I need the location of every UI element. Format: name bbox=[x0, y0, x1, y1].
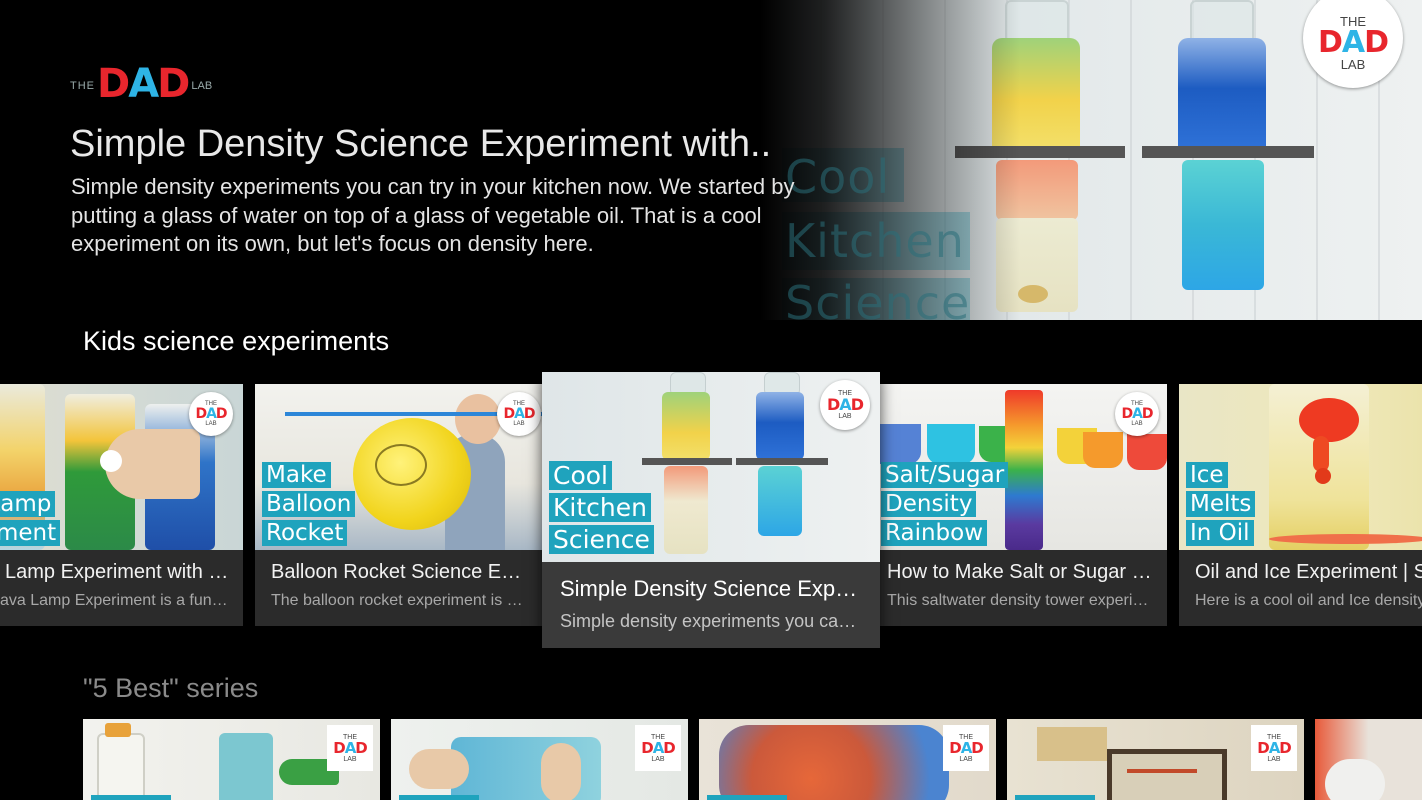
channel-badge: THE DAD LAB bbox=[1251, 725, 1297, 771]
thumbnail-caption: Make Balloon Rocket bbox=[262, 462, 356, 546]
thumbnail-caption: l a Lamp eriment bbox=[0, 462, 61, 546]
video-thumbnail: THE DAD LAB Make Balloon Rocket bbox=[255, 384, 543, 550]
video-thumbnail: THE DAD LAB l a Lamp eriment bbox=[0, 384, 243, 550]
row-title: "5 Best" series bbox=[83, 673, 259, 703]
video-card-focused[interactable]: THE DAD LAB Cool Kitchen Science Simple … bbox=[542, 372, 880, 648]
video-card[interactable] bbox=[1315, 719, 1422, 800]
channel-badge: THE DAD LAB bbox=[189, 392, 233, 436]
channel-badge: THE DAD LAB bbox=[635, 725, 681, 771]
card-title: Simple Density Science Experi… bbox=[560, 576, 866, 601]
brand-logo: THE DAD LAB bbox=[70, 54, 212, 106]
thumbnail-caption: Salt/Sugar Density Rainbow bbox=[881, 462, 1009, 546]
card-description: Simple density experiments you ca… bbox=[560, 611, 857, 631]
channel-badge: THE DAD LAB bbox=[497, 392, 541, 436]
logo-the: THE bbox=[70, 80, 95, 92]
video-thumbnail: THE DAD LAB Cool Kitchen Science bbox=[542, 372, 880, 562]
card-description: Here is a cool oil and Ice density bbox=[1195, 592, 1422, 609]
card-title: Lamp Experiment with Oil… bbox=[5, 561, 229, 583]
card-title: Balloon Rocket Science Experi… bbox=[271, 561, 529, 583]
card-info: How to Make Salt or Sugar Wat… This salt… bbox=[879, 550, 1167, 626]
video-card[interactable]: THE DAD LAB l a Lamp eriment Lamp Experi… bbox=[0, 384, 243, 626]
video-card[interactable]: THE DAD LAB bbox=[699, 719, 996, 800]
card-info: Lamp Experiment with Oil… ava Lamp Exper… bbox=[0, 550, 243, 626]
video-card[interactable]: THE DAD LAB bbox=[1007, 719, 1304, 800]
row-title: Kids science experiments bbox=[83, 326, 390, 356]
hero-description: Simple density experiments you can try i… bbox=[71, 174, 795, 256]
card-description: This saltwater density tower experi… bbox=[887, 592, 1149, 609]
hero-title: Simple Density Science Experiment with.. bbox=[70, 123, 772, 165]
video-card[interactable]: THE DAD LAB Make Balloon Rocket Balloon … bbox=[255, 384, 543, 626]
card-info: Oil and Ice Experiment | Sim Here is a c… bbox=[1179, 550, 1422, 626]
channel-badge: THE DAD LAB bbox=[943, 725, 989, 771]
card-info: Simple Density Science Experi… Simple de… bbox=[542, 562, 880, 648]
channel-badge: THE DAD LAB bbox=[327, 725, 373, 771]
video-card[interactable]: THE DAD LAB bbox=[391, 719, 688, 800]
channel-badge: THE DAD LAB bbox=[820, 380, 870, 430]
card-title: Oil and Ice Experiment | Sim bbox=[1195, 561, 1422, 583]
hero-image-text: Science bbox=[785, 276, 971, 330]
card-description: ava Lamp Experiment is a fun … bbox=[0, 592, 229, 609]
logo-dad: DAD bbox=[97, 61, 190, 107]
video-thumbnail: THE DAD LAB Salt/Sugar Density Rainbow bbox=[879, 384, 1167, 550]
thumbnail-caption: Ice Melts In Oil bbox=[1186, 462, 1256, 546]
video-card[interactable]: Ice Melts In Oil Oil and Ice Experiment … bbox=[1179, 384, 1422, 626]
channel-badge: THE DAD LAB bbox=[1115, 392, 1159, 436]
logo-lab: LAB bbox=[191, 80, 213, 92]
card-title: How to Make Salt or Sugar Wat… bbox=[887, 561, 1153, 583]
video-thumbnail: Ice Melts In Oil bbox=[1179, 384, 1422, 550]
card-description: The balloon rocket experiment is e… bbox=[271, 592, 529, 609]
card-info: Balloon Rocket Science Experi… The ballo… bbox=[255, 550, 543, 626]
video-card[interactable]: THE DAD LAB Salt/Sugar Density Rainbow H… bbox=[879, 384, 1167, 626]
thumbnail-caption: Cool Kitchen Science bbox=[549, 461, 654, 554]
video-card[interactable]: THE DAD LAB bbox=[83, 719, 380, 800]
